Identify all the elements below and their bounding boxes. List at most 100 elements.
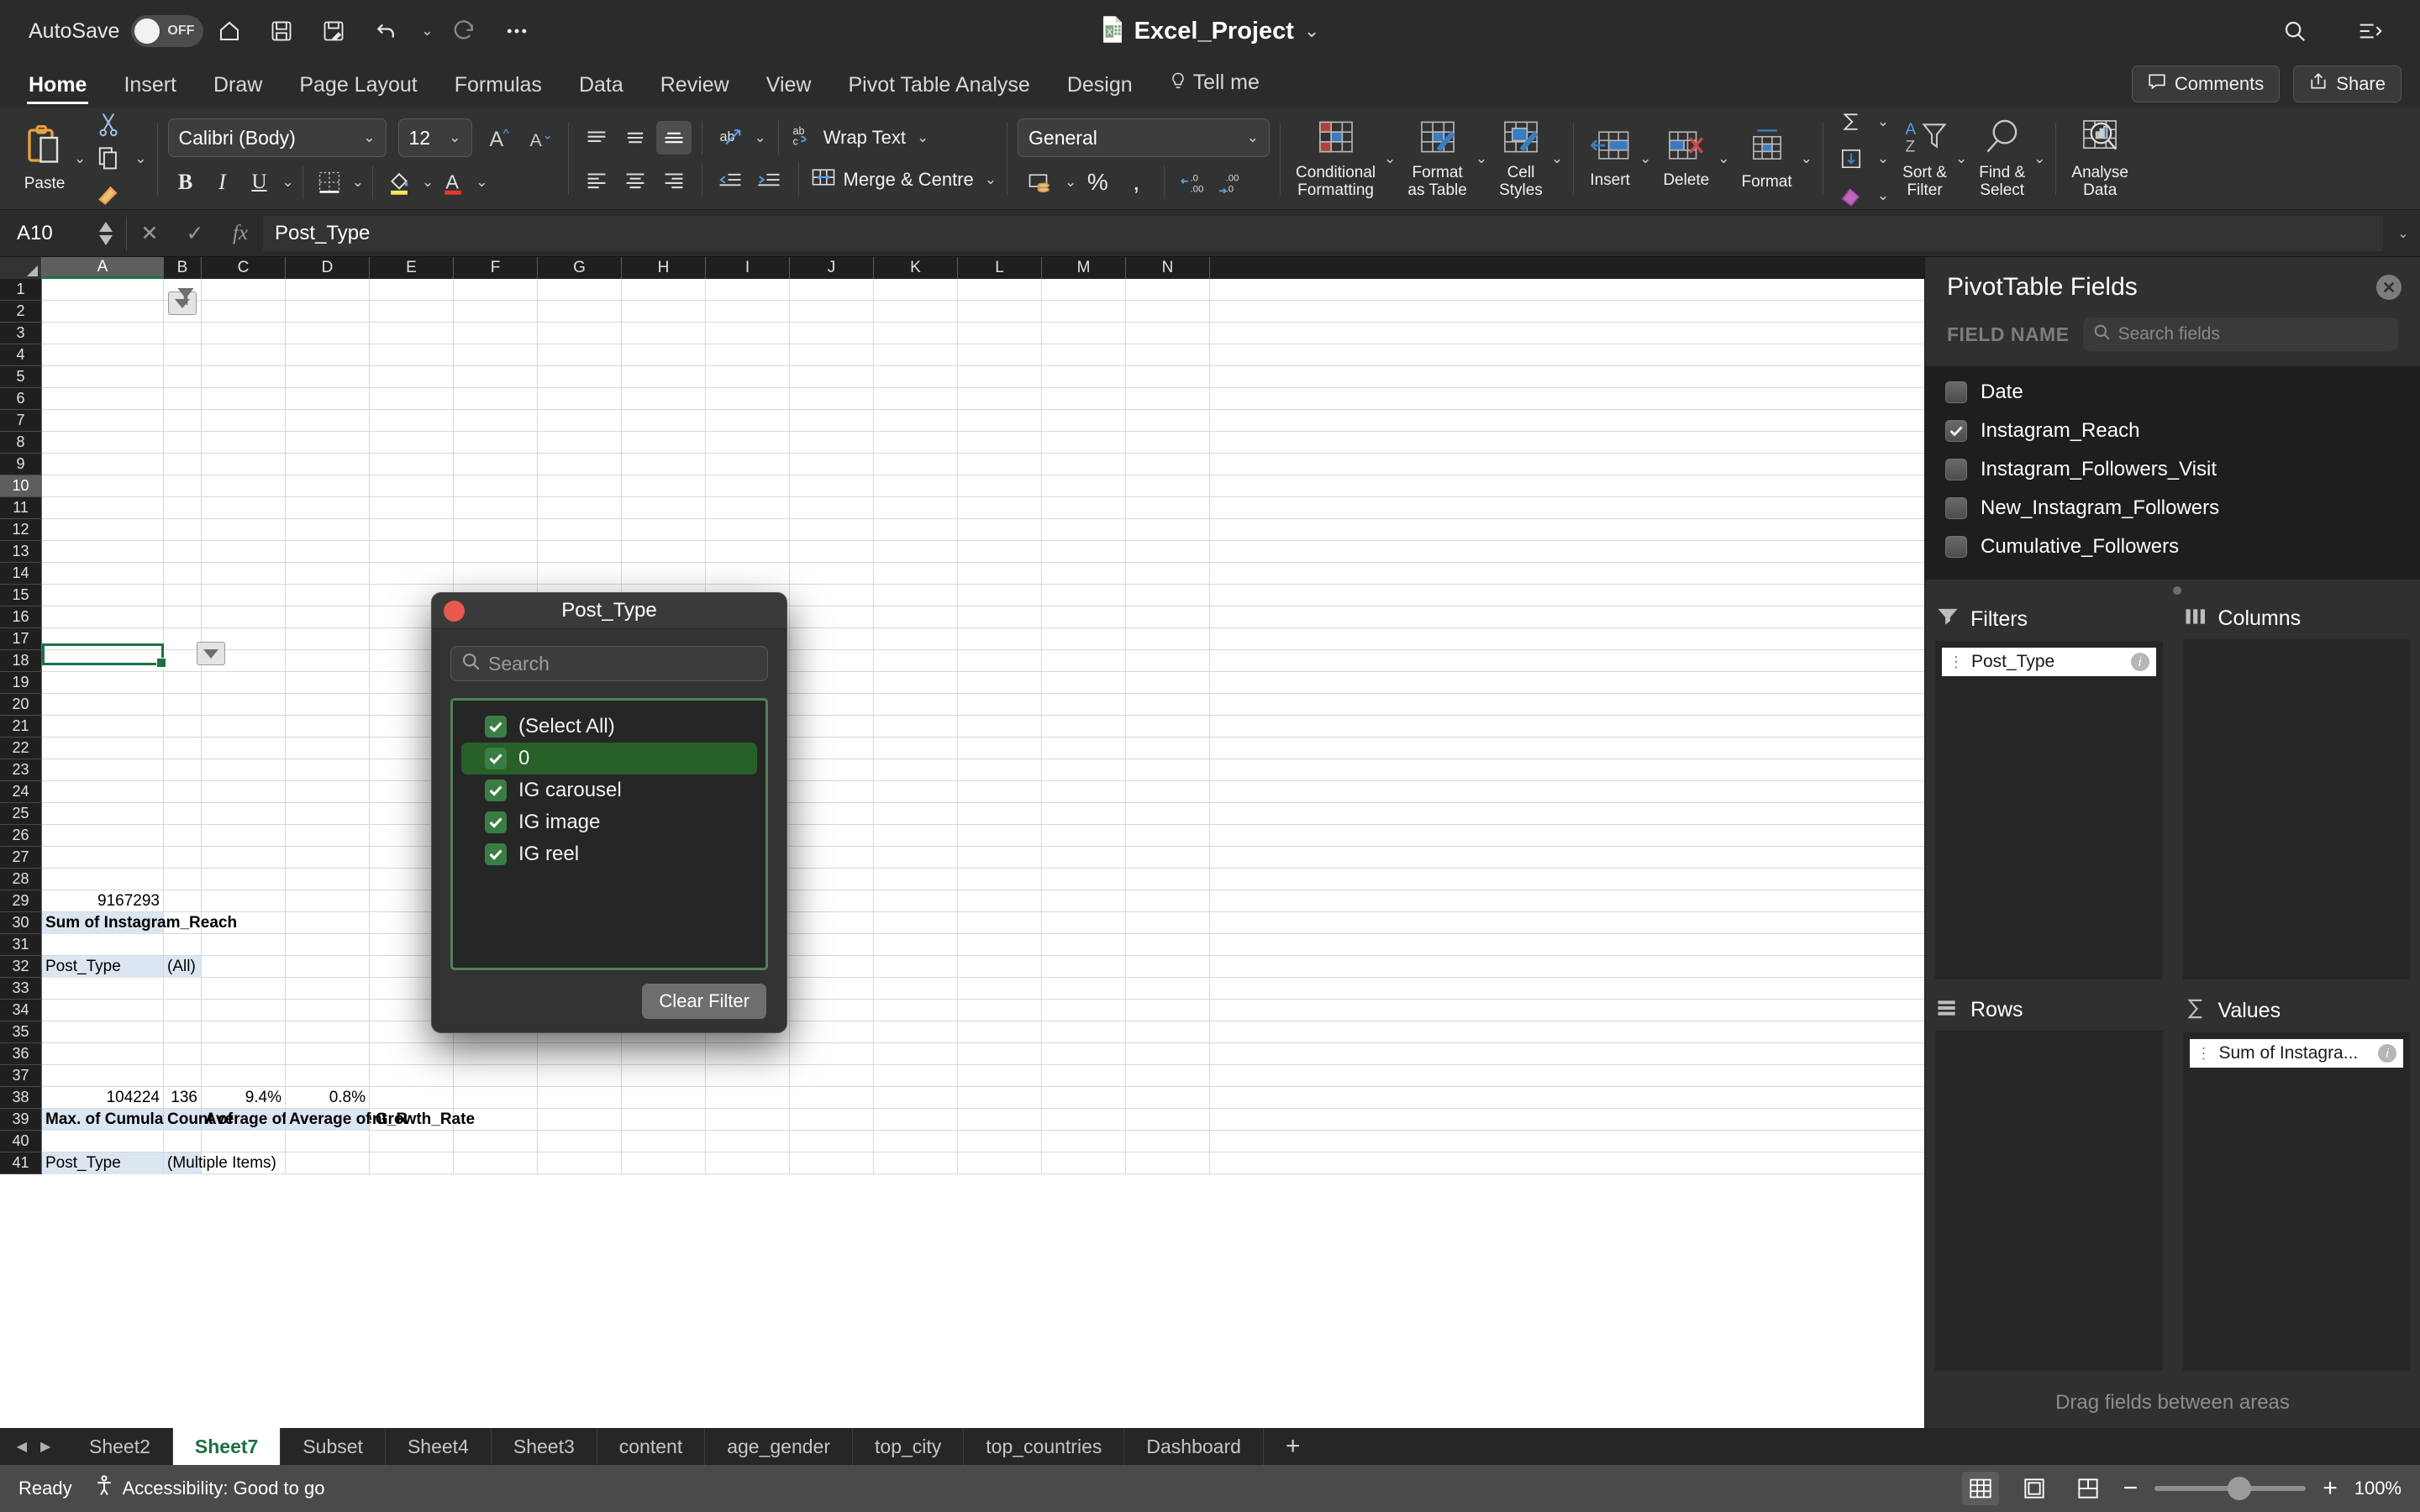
- cell-B11[interactable]: [164, 934, 202, 956]
- cell-B6[interactable]: [164, 1043, 202, 1065]
- cell-C9[interactable]: [202, 978, 286, 1000]
- cell-J15[interactable]: [790, 847, 874, 869]
- cell-A9[interactable]: [42, 978, 164, 1000]
- cell-E32[interactable]: [370, 475, 454, 497]
- cell-A27[interactable]: [42, 585, 164, 606]
- sort-filter-button[interactable]: AZ Sort & Filter: [1897, 118, 1952, 200]
- column-header-E[interactable]: E: [370, 257, 454, 279]
- cell-N25[interactable]: [1126, 628, 1210, 650]
- currency-format-icon[interactable]: [1023, 165, 1058, 199]
- cell-D18[interactable]: [286, 781, 370, 803]
- cell-C40[interactable]: [202, 301, 286, 323]
- cell-B36[interactable]: [164, 388, 202, 410]
- cell-H31[interactable]: [622, 497, 706, 519]
- cell-B38[interactable]: [164, 344, 202, 366]
- tab-tell-me[interactable]: Tell me: [1151, 71, 1278, 108]
- cell-C7[interactable]: [202, 1021, 286, 1043]
- cell-N34[interactable]: [1126, 432, 1210, 454]
- cell-I36[interactable]: [706, 388, 790, 410]
- cell-J13[interactable]: [790, 890, 874, 912]
- cell-L9[interactable]: [958, 978, 1042, 1000]
- cell-E4[interactable]: [370, 1087, 454, 1109]
- checkbox-icon[interactable]: [1945, 381, 1967, 403]
- cell-G4[interactable]: [538, 1087, 622, 1109]
- zoom-out-button[interactable]: −: [2123, 1474, 2139, 1503]
- cell-M2[interactable]: [1042, 1131, 1126, 1152]
- cell-H38[interactable]: [622, 344, 706, 366]
- cell-I5[interactable]: [706, 1065, 790, 1087]
- cell-L3[interactable]: [958, 1109, 1042, 1131]
- cell-L38[interactable]: [958, 344, 1042, 366]
- cell-A24[interactable]: [42, 650, 164, 672]
- cell-K29[interactable]: [874, 541, 958, 563]
- add-sheet-button[interactable]: +: [1264, 1428, 1323, 1465]
- cell-N36[interactable]: [1126, 388, 1210, 410]
- cell-B19[interactable]: [164, 759, 202, 781]
- cell-J16[interactable]: [790, 825, 874, 847]
- cell-D22[interactable]: [286, 694, 370, 716]
- cell-D37[interactable]: [286, 366, 370, 388]
- cell-H3[interactable]: [622, 1109, 706, 1131]
- cell-N17[interactable]: [1126, 803, 1210, 825]
- cell-B32[interactable]: [164, 475, 202, 497]
- font-size-select[interactable]: 12 ⌄: [397, 118, 472, 157]
- cell-I33[interactable]: [706, 454, 790, 475]
- cell-E34[interactable]: [370, 432, 454, 454]
- cell-D25[interactable]: [286, 628, 370, 650]
- cell-I32[interactable]: [706, 475, 790, 497]
- cell-J9[interactable]: [790, 978, 874, 1000]
- pivot-field-item[interactable]: Instagram_Followers_Visit: [1925, 450, 2420, 489]
- cell-N19[interactable]: [1126, 759, 1210, 781]
- cell-M10[interactable]: [1042, 956, 1126, 978]
- info-icon[interactable]: i: [2378, 1044, 2396, 1063]
- delete-cells-chevron-down-icon[interactable]: ⌄: [1718, 150, 1729, 167]
- row-header-30[interactable]: 30: [0, 912, 42, 934]
- align-center-icon[interactable]: [618, 163, 653, 197]
- cell-A32[interactable]: [42, 475, 164, 497]
- cell-M19[interactable]: [1042, 759, 1126, 781]
- cell-N23[interactable]: [1126, 672, 1210, 694]
- cell-D5[interactable]: [286, 1065, 370, 1087]
- cell-N27[interactable]: [1126, 585, 1210, 606]
- cell-L20[interactable]: [958, 738, 1042, 759]
- cell-L21[interactable]: [958, 716, 1042, 738]
- cell-M15[interactable]: [1042, 847, 1126, 869]
- sheet-tab-subset[interactable]: Subset: [281, 1428, 386, 1465]
- cell-J27[interactable]: [790, 585, 874, 606]
- row-header-18[interactable]: 18: [0, 650, 42, 672]
- cell-C26[interactable]: [202, 606, 286, 628]
- cell-K37[interactable]: [874, 366, 958, 388]
- save-icon[interactable]: [255, 8, 308, 55]
- cell-A10[interactable]: Post_Type: [42, 956, 164, 978]
- cell-J34[interactable]: [790, 432, 874, 454]
- cell-C5[interactable]: [202, 1065, 286, 1087]
- cell-A23[interactable]: [42, 672, 164, 694]
- row-header-2[interactable]: 2: [0, 301, 42, 323]
- row-header-10[interactable]: 10: [0, 475, 42, 497]
- cell-H34[interactable]: [622, 432, 706, 454]
- checkbox-icon[interactable]: [1945, 497, 1967, 519]
- cell-J37[interactable]: [790, 366, 874, 388]
- cell-C35[interactable]: [202, 410, 286, 432]
- cell-J8[interactable]: [790, 1000, 874, 1021]
- row-header-37[interactable]: 37: [0, 1065, 42, 1087]
- cell-K1[interactable]: [874, 1152, 958, 1174]
- cell-D7[interactable]: [286, 1021, 370, 1043]
- checkbox-icon[interactable]: [1945, 420, 1967, 442]
- cell-M3[interactable]: [1042, 1109, 1126, 1131]
- cell-K19[interactable]: [874, 759, 958, 781]
- cell-C33[interactable]: [202, 454, 286, 475]
- cell-K3[interactable]: [874, 1109, 958, 1131]
- clear-icon[interactable]: [1833, 179, 1869, 213]
- cell-L10[interactable]: [958, 956, 1042, 978]
- cell-D29[interactable]: [286, 541, 370, 563]
- cell-A22[interactable]: [42, 694, 164, 716]
- cell-M36[interactable]: [1042, 388, 1126, 410]
- row-header-33[interactable]: 33: [0, 978, 42, 1000]
- row-header-24[interactable]: 24: [0, 781, 42, 803]
- row-header-9[interactable]: 9: [0, 454, 42, 475]
- cell-K18[interactable]: [874, 781, 958, 803]
- cell-N18[interactable]: [1126, 781, 1210, 803]
- cell-K27[interactable]: [874, 585, 958, 606]
- cell-L14[interactable]: [958, 869, 1042, 890]
